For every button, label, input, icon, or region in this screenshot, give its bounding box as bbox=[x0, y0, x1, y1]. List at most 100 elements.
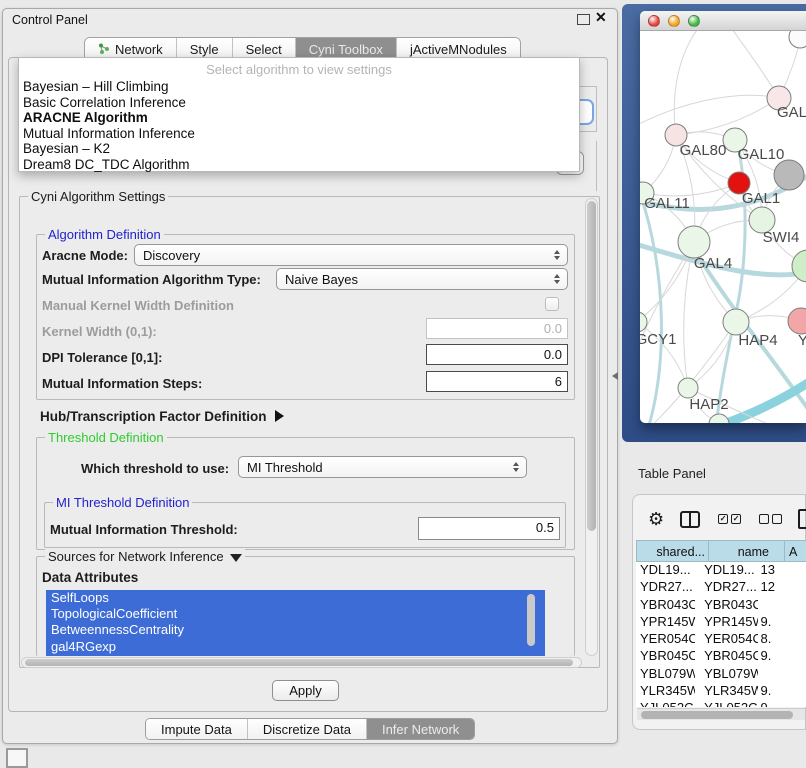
table-row[interactable]: YPR145WYPR145W9. bbox=[636, 614, 806, 631]
attribute-item[interactable]: BetweennessCentrality bbox=[46, 622, 545, 638]
bottom-tab-impute-data[interactable]: Impute Data bbox=[146, 719, 247, 739]
collapsed-arrow-icon bbox=[275, 410, 284, 422]
settings-box-title: Cyni Algorithm Settings bbox=[28, 189, 168, 204]
zoom-traffic-light-icon[interactable] bbox=[688, 15, 700, 27]
network-node-label: GAL1 bbox=[742, 190, 780, 207]
close-icon[interactable]: ✕ bbox=[595, 9, 607, 26]
control-panel-tabbar: Network Style Select Cyni ToolboxjActiveMNo… bbox=[84, 37, 521, 59]
data-attributes-list[interactable]: SelfLoopsTopologicalCoefficientBetweenne… bbox=[46, 590, 545, 656]
splitter-collapse-icon[interactable] bbox=[612, 372, 618, 380]
algorithm-option[interactable]: ARACNE Algorithm bbox=[19, 110, 579, 126]
gear-icon[interactable]: ⚙ bbox=[648, 506, 664, 532]
table-cell: YBR043C bbox=[636, 597, 695, 614]
network-node-label: GCY1 bbox=[640, 331, 676, 348]
attribute-list-scrollbar[interactable] bbox=[527, 594, 535, 646]
network-edge bbox=[640, 193, 643, 322]
tab-style[interactable]: Style bbox=[176, 38, 232, 58]
network-node-label: GAL11 bbox=[644, 195, 690, 212]
table-row[interactable]: YDR27...YDR27...12 bbox=[636, 579, 806, 596]
settings-horizontal-scrollbar[interactable] bbox=[21, 657, 582, 668]
mi-steps-label: Mutual Information Steps: bbox=[42, 376, 202, 391]
tab-label: Style bbox=[190, 42, 219, 57]
scrollbar-thumb[interactable] bbox=[587, 201, 596, 531]
network-canvas[interactable]: GALGAL80GAL10GAL11GAL1SWI4GAL4GCY1HAP4YH… bbox=[640, 31, 806, 423]
tab-network[interactable]: Network bbox=[85, 38, 176, 58]
manual-kernel-label: Manual Kernel Width Definition bbox=[42, 298, 234, 313]
bottom-tab-discretize-data[interactable]: Discretize Data bbox=[247, 719, 366, 739]
algorithm-option[interactable]: Mutual Information Inference bbox=[19, 126, 579, 142]
hidden-groupbox-edge bbox=[596, 141, 597, 191]
table-column-header[interactable]: shared... bbox=[636, 540, 709, 562]
scrollbar-thumb[interactable] bbox=[641, 711, 793, 719]
sources-group-toggle[interactable]: Sources for Network Inference bbox=[45, 549, 245, 564]
deselect-all-columns-icon[interactable] bbox=[759, 514, 782, 524]
network-node-label: GAL4 bbox=[694, 255, 732, 272]
manual-kernel-checkbox[interactable] bbox=[545, 297, 559, 311]
algorithm-option[interactable]: Basic Correlation Inference bbox=[19, 95, 579, 111]
algorithm-list: Bayesian – Hill ClimbingBasic Correlatio… bbox=[19, 79, 579, 173]
network-node-bottom[interactable] bbox=[709, 414, 729, 423]
network-node-gray[interactable] bbox=[774, 160, 804, 190]
table-row[interactable]: YER054CYER054C8. bbox=[636, 631, 806, 648]
network-node-label: HAP2 bbox=[689, 396, 728, 413]
network-edge bbox=[684, 242, 694, 388]
network-node-pink_right[interactable] bbox=[788, 308, 806, 334]
mi-threshold-field[interactable]: 0.5 bbox=[418, 517, 560, 540]
table-row[interactable]: YBL079WYBL079W bbox=[636, 666, 806, 683]
tab-cyni-toolbox[interactable]: Cyni Toolbox bbox=[295, 38, 396, 58]
combo-arrows-icon bbox=[554, 250, 560, 260]
tab-jactivemnodules[interactable]: jActiveMNodules bbox=[396, 38, 520, 58]
hub-section-toggle[interactable]: Hub/Transcription Factor Definition bbox=[40, 409, 284, 424]
network-node-hap2[interactable] bbox=[678, 378, 698, 398]
sources-group-title: Sources for Network Inference bbox=[48, 549, 224, 564]
table-cell: 8. bbox=[758, 631, 806, 648]
table-column-header[interactable]: A bbox=[785, 540, 806, 562]
mi-steps-field[interactable]: 6 bbox=[426, 371, 568, 392]
tab-label: Select bbox=[246, 42, 282, 57]
hidden-groupbox-edge bbox=[580, 86, 597, 87]
table-cell: YDR27... bbox=[695, 579, 757, 596]
table-row[interactable]: YJL052CYJL052C9. bbox=[636, 700, 806, 707]
dropdown-placeholder: Select algorithm to view settings bbox=[19, 62, 579, 77]
table-row[interactable]: YDL19...YDL19...13 bbox=[636, 562, 806, 579]
network-node-swi4[interactable] bbox=[792, 250, 806, 282]
apply-button[interactable]: Apply bbox=[272, 680, 339, 701]
float-window-icon[interactable] bbox=[577, 14, 590, 25]
export-table-icon[interactable] bbox=[798, 509, 806, 529]
hidden-groupbox-edge bbox=[596, 86, 597, 132]
table-header[interactable]: shared...nameA bbox=[636, 540, 806, 562]
table-cell: 12 bbox=[758, 579, 806, 596]
aracne-mode-select[interactable]: Discovery bbox=[134, 244, 568, 266]
network-node-gal4[interactable] bbox=[678, 226, 710, 258]
settings-vertical-scrollbar[interactable] bbox=[585, 198, 598, 656]
minimize-traffic-light-icon[interactable] bbox=[668, 15, 680, 27]
columns-icon[interactable] bbox=[680, 511, 700, 528]
table-column-header[interactable]: name bbox=[709, 540, 785, 562]
table-cell: YLR345W bbox=[636, 683, 695, 700]
dpi-tolerance-field[interactable]: 0.0 bbox=[426, 344, 568, 365]
table-row[interactable]: YBR043CYBR043C bbox=[636, 597, 806, 614]
table-body: YDL19...YDL19...13YDR27...YDR27...12YBR0… bbox=[636, 562, 806, 707]
mi-type-select[interactable]: Naive Bayes bbox=[276, 268, 568, 290]
algorithm-option[interactable]: Bayesian – K2 bbox=[19, 141, 579, 157]
tab-select[interactable]: Select bbox=[232, 38, 295, 58]
aracne-mode-label: Aracne Mode: bbox=[42, 248, 128, 263]
algorithm-option[interactable]: Bayesian – Hill Climbing bbox=[19, 79, 579, 95]
attribute-item[interactable]: gal4RGexp bbox=[46, 639, 545, 655]
network-node-node_top[interactable] bbox=[789, 31, 806, 48]
table-row[interactable]: YLR345WYLR345W9. bbox=[636, 683, 806, 700]
bottom-tab-infer-network[interactable]: Infer Network bbox=[366, 719, 474, 739]
minimized-panel-icon[interactable] bbox=[6, 748, 28, 768]
network-window-titlebar[interactable] bbox=[640, 11, 806, 31]
attribute-item[interactable]: SelfLoops bbox=[46, 590, 545, 606]
attribute-item[interactable]: TopologicalCoefficient bbox=[46, 606, 545, 622]
table-horizontal-scrollbar[interactable] bbox=[637, 708, 805, 720]
which-threshold-select[interactable]: MI Threshold bbox=[238, 456, 527, 478]
algorithm-option[interactable]: Dream8 DC_TDC Algorithm bbox=[19, 157, 579, 173]
close-traffic-light-icon[interactable] bbox=[648, 15, 660, 27]
table-cell: YLR345W bbox=[695, 683, 757, 700]
select-all-columns-icon[interactable]: ✓✓ bbox=[718, 514, 741, 524]
table-row[interactable]: YBR045CYBR045C9. bbox=[636, 648, 806, 665]
table-toolbar: ⚙ ✓✓ bbox=[640, 505, 806, 533]
scrollbar-thumb[interactable] bbox=[25, 659, 573, 666]
